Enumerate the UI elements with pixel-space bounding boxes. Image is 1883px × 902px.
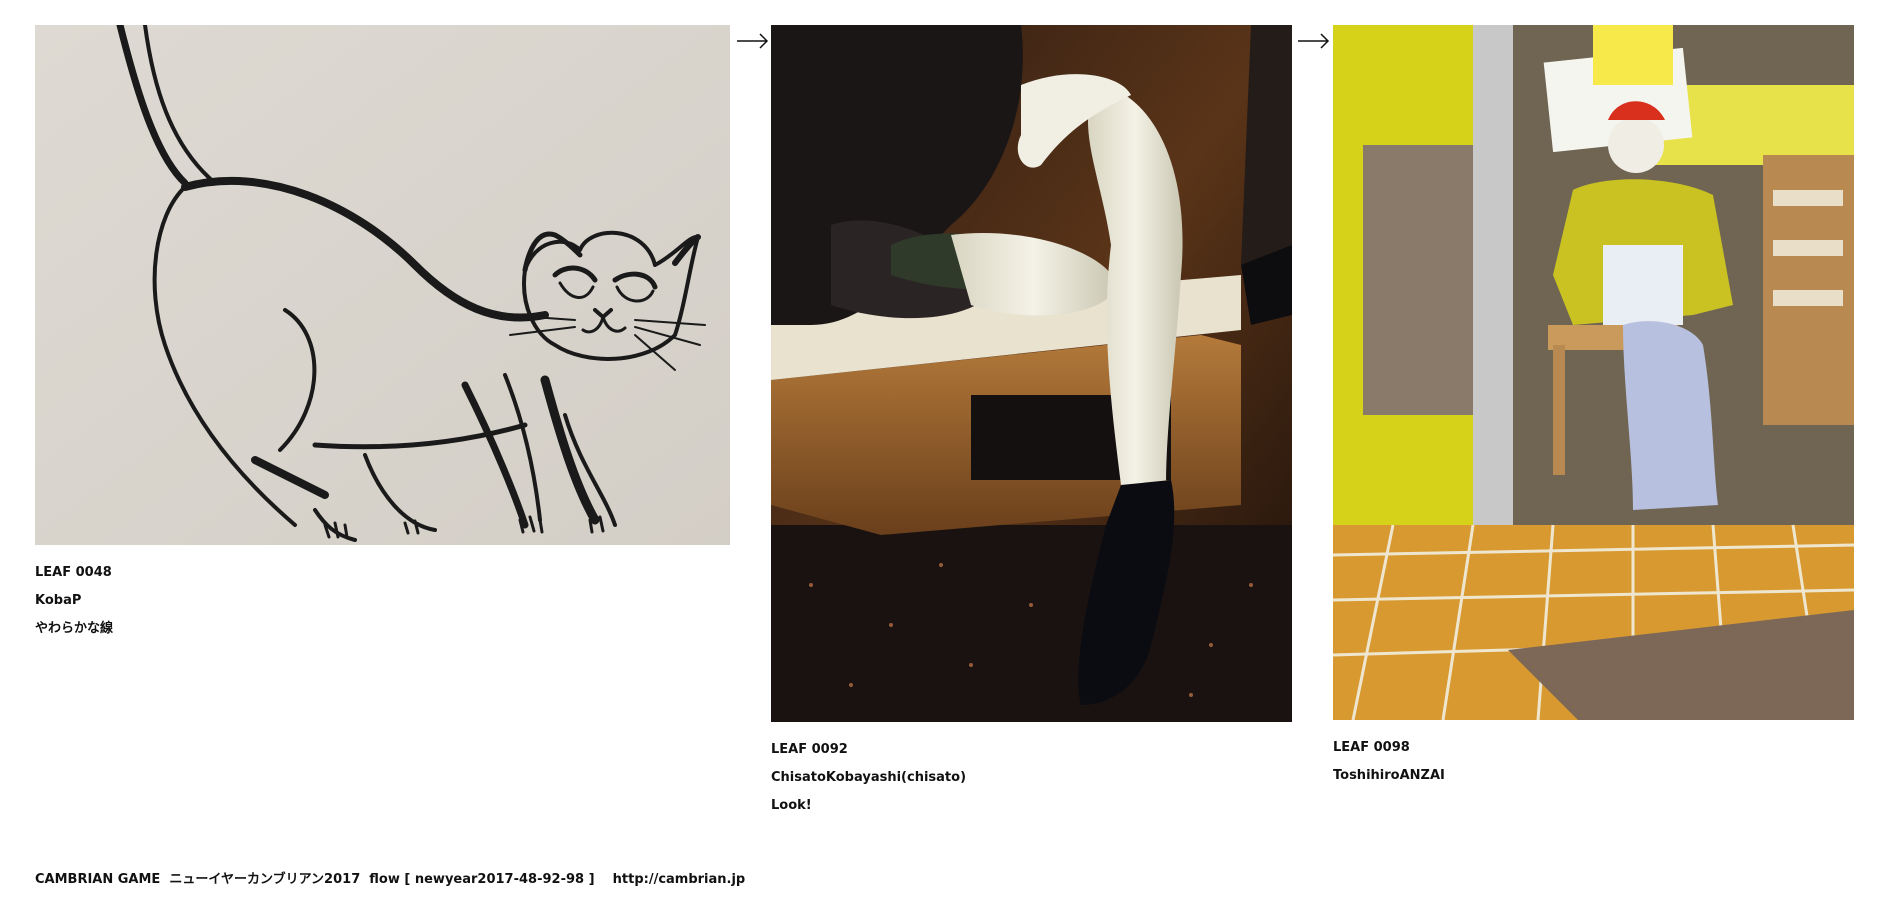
leaf-author-link[interactable]: ToshihiroANZAI	[1333, 762, 1854, 790]
leaf-photo-skeleton-storefront[interactable]	[1333, 25, 1854, 720]
leaf-id: LEAF 0048	[35, 565, 112, 580]
paper-card	[1603, 245, 1683, 325]
leaf-photo-cat-drawing[interactable]	[35, 25, 730, 545]
leaf-id: LEAF 0092	[771, 742, 848, 757]
leaf-title: やわらかな線	[35, 621, 114, 636]
leaf-card-0098[interactable]: LEAF 0098 ToshihiroANZAI	[1333, 25, 1854, 790]
leaf-title: Look!	[771, 798, 812, 813]
skeleton-head	[1608, 117, 1664, 173]
leaf-caption: LEAF 0092 ChisatoKobayashi(chisato) Look…	[771, 736, 1292, 820]
page-footer: CAMBRIAN GAME ニューイヤーカンブリアン2017 flow [ ne…	[35, 872, 746, 887]
arrow-right-icon	[737, 33, 769, 49]
leaf-author-link[interactable]: KobaP	[35, 587, 730, 615]
leaf-id: LEAF 0098	[1333, 740, 1410, 755]
leaf-photo-mannequin-boots[interactable]	[771, 25, 1292, 722]
arrow-right-icon	[1298, 33, 1330, 49]
leaf-caption: LEAF 0048 KobaP やわらかな線	[35, 559, 730, 643]
leaf-card-0092[interactable]: LEAF 0092 ChisatoKobayashi(chisato) Look…	[771, 25, 1292, 820]
floor	[771, 525, 1292, 722]
leaf-card-0048[interactable]: LEAF 0048 KobaP やわらかな線	[35, 25, 730, 643]
leaf-author-link[interactable]: ChisatoKobayashi(chisato)	[771, 764, 1292, 792]
leaf-caption: LEAF 0098 ToshihiroANZAI	[1333, 734, 1854, 790]
